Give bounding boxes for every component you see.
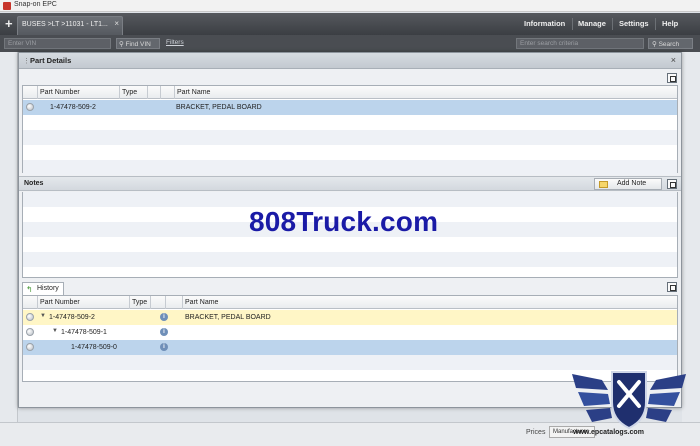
grid-header-spacer [166, 296, 183, 309]
part-number-cell: 1-47478-509-1 [61, 329, 107, 336]
col-type[interactable]: Type [130, 296, 151, 309]
part-number-cell: 1-47478-509-2 [50, 104, 96, 111]
row-status-icon [26, 328, 34, 336]
menu-separator [572, 18, 573, 30]
search-toolbar: Enter VIN ⚲ Find VIN Filters Enter searc… [0, 35, 700, 52]
add-note-label: Add Note [617, 180, 647, 187]
search-input[interactable]: Enter search criteria [516, 38, 644, 49]
table-row[interactable]: 1-47478-509-0 i [23, 340, 677, 355]
search-button-label: Search [658, 41, 680, 48]
empty-row [23, 130, 677, 145]
info-icon[interactable]: i [160, 328, 168, 336]
maximize-notes-button[interactable] [667, 179, 677, 189]
empty-row [23, 160, 677, 175]
find-vin-button[interactable]: ⚲ Find VIN [116, 38, 160, 49]
row-status-icon [26, 343, 34, 351]
part-name-cell: BRACKET, PEDAL BOARD [185, 314, 271, 321]
window-title: Snap-on EPC [14, 1, 57, 8]
history-tab-label: History [37, 285, 59, 292]
app-logo-icon [3, 2, 11, 10]
empty-row [23, 192, 677, 207]
menu-information[interactable]: Information [524, 19, 565, 28]
table-row[interactable]: 1-47478-509-2 BRACKET, PEDAL BOARD [23, 100, 677, 115]
row-status-icon [26, 313, 34, 321]
os-title-bar: Snap-on EPC [0, 0, 700, 12]
add-note-button[interactable]: Add Note [594, 178, 662, 190]
grid-header-spacer [148, 86, 161, 99]
background-left-panel [0, 52, 18, 446]
col-part-name[interactable]: Part Name [175, 86, 679, 99]
notes-label: Notes [24, 180, 44, 187]
maximize-parts-button[interactable] [667, 73, 677, 83]
parts-grid: Part Number Type Part Name 1-47478-509-2… [22, 85, 678, 175]
expand-icon[interactable]: ▼ [40, 313, 46, 319]
notes-header: Notes Add Note [19, 176, 681, 191]
filters-link[interactable]: Filters [166, 39, 184, 46]
expand-icon[interactable]: ▼ [52, 328, 58, 334]
find-vin-label: Find VIN [125, 41, 151, 48]
new-tab-icon[interactable]: + [5, 16, 13, 31]
menu-settings[interactable]: Settings [619, 19, 649, 28]
row-status-icon [26, 103, 34, 111]
watermark-text: 808Truck.com [249, 206, 439, 237]
grid-header-spacer [23, 296, 38, 309]
drag-grip-icon: ⋮ [23, 58, 30, 65]
app-toolbar: + BUSES >LT >11031 - LT1... × Informatio… [0, 13, 700, 35]
part-name-cell: BRACKET, PEDAL BOARD [176, 104, 262, 111]
info-icon[interactable]: i [160, 313, 168, 321]
note-icon [599, 181, 608, 188]
history-arrow-icon: ↰ [26, 285, 33, 294]
col-part-name[interactable]: Part Name [183, 296, 679, 309]
search-button[interactable]: ⚲ Search [648, 38, 693, 49]
table-row[interactable]: ▼ 1-47478-509-2 i BRACKET, PEDAL BOARD [23, 310, 677, 325]
close-tab-icon[interactable]: × [114, 19, 119, 28]
part-number-cell: 1-47478-509-2 [49, 314, 95, 321]
logo-caption: www.epcatalogs.com [573, 429, 644, 436]
col-part-number[interactable]: Part Number [38, 296, 130, 309]
parts-grid-header: Part Number Type Part Name [23, 86, 677, 99]
empty-row [23, 252, 677, 267]
dialog-title: Part Details [30, 56, 72, 65]
history-grid-header: Part Number Type Part Name [23, 296, 677, 309]
grid-header-spacer [151, 296, 166, 309]
dialog-title-bar[interactable]: ⋮ Part Details × [19, 53, 681, 69]
grid-header-spacer [23, 86, 38, 99]
menu-help[interactable]: Help [662, 19, 678, 28]
close-dialog-icon[interactable]: × [671, 55, 676, 65]
menu-manage[interactable]: Manage [578, 19, 606, 28]
info-icon[interactable]: i [160, 343, 168, 351]
prices-label: Prices [526, 429, 546, 436]
catalog-tab[interactable]: BUSES >LT >11031 - LT1... × [17, 16, 123, 35]
vin-input[interactable]: Enter VIN [4, 38, 111, 49]
part-number-cell: 1-47478-509-0 [71, 344, 117, 351]
menu-separator [612, 18, 613, 30]
catalog-tab-label: BUSES >LT >11031 - LT1... [22, 21, 108, 28]
menu-separator [655, 18, 656, 30]
table-row[interactable]: ▼ 1-47478-509-1 i [23, 325, 677, 340]
col-part-number[interactable]: Part Number [38, 86, 120, 99]
history-tab[interactable]: ↰ History [22, 282, 64, 295]
winged-shield-logo [572, 371, 686, 430]
grid-header-spacer [161, 86, 175, 99]
maximize-history-button[interactable] [667, 282, 677, 292]
col-type[interactable]: Type [120, 86, 148, 99]
